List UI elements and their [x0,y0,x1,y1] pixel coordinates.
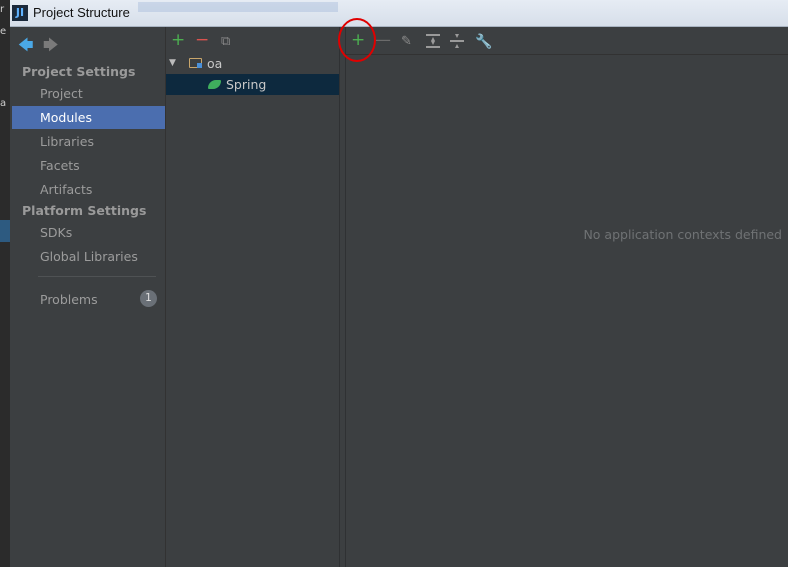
sidebar-item-libraries[interactable]: Libraries [12,130,165,153]
title-bar-background-strip [138,2,338,12]
title-bar: JI Project Structure [10,0,788,27]
tree-node-spring[interactable]: Spring [166,74,339,95]
window-title: Project Structure [33,5,130,20]
empty-state-message: No application contexts defined [583,227,782,242]
desktop-edge: r e a [0,0,10,567]
sidebar-item-sdks[interactable]: SDKs [12,221,165,244]
sidebar-item-project[interactable]: Project [12,82,165,105]
arrow-right-icon[interactable]: 🡆 [43,35,59,60]
section-heading-platform-settings: Platform Settings [22,203,147,218]
sidebar-item-facets[interactable]: Facets [12,154,165,177]
sidebar-item-artifacts[interactable]: Artifacts [12,178,165,201]
spring-context-panel: + — ✎ 🔧 No application contexts defined [346,27,788,567]
expand-all-icon[interactable] [426,34,440,48]
tree-node-label: Spring [226,77,267,92]
desktop-edge-text: a [0,98,7,109]
arrow-left-icon[interactable]: 🡄 [18,35,34,60]
highlight-annotation-circle [338,18,376,62]
sidebar-item-modules[interactable]: Modules [12,106,165,129]
spring-leaf-icon [208,80,221,89]
tree-node-label: oa [207,56,223,71]
module-folder-icon [189,58,202,68]
copy-icon[interactable]: ⧉ [221,32,230,52]
expand-triangle-icon[interactable]: ▼ [169,53,176,74]
add-module-button[interactable]: + [171,30,185,50]
edit-pencil-icon[interactable]: ✎ [401,32,412,52]
remove-module-button[interactable]: − [195,30,209,50]
desktop-edge-text: r [0,4,5,15]
wrench-settings-icon[interactable]: 🔧 [475,32,492,52]
module-tree-panel: + − ⧉ ▼ oa Spring [166,27,340,567]
sidebar-divider [38,276,156,277]
desktop-edge-text: e [0,26,7,37]
toolbar-separator [346,54,788,55]
tree-node-oa[interactable]: ▼ oa [166,53,339,74]
problems-count-badge: 1 [140,290,157,307]
desktop-edge-highlight [0,220,10,242]
collapse-all-icon[interactable] [450,34,464,48]
sidebar-item-global-libraries[interactable]: Global Libraries [12,245,165,268]
remove-context-button[interactable]: — [374,30,391,50]
section-heading-project-settings: Project Settings [22,64,136,79]
intellij-icon: JI [12,5,28,21]
settings-sidebar: 🡄 🡆 Project Settings Project Modules Lib… [10,27,166,567]
